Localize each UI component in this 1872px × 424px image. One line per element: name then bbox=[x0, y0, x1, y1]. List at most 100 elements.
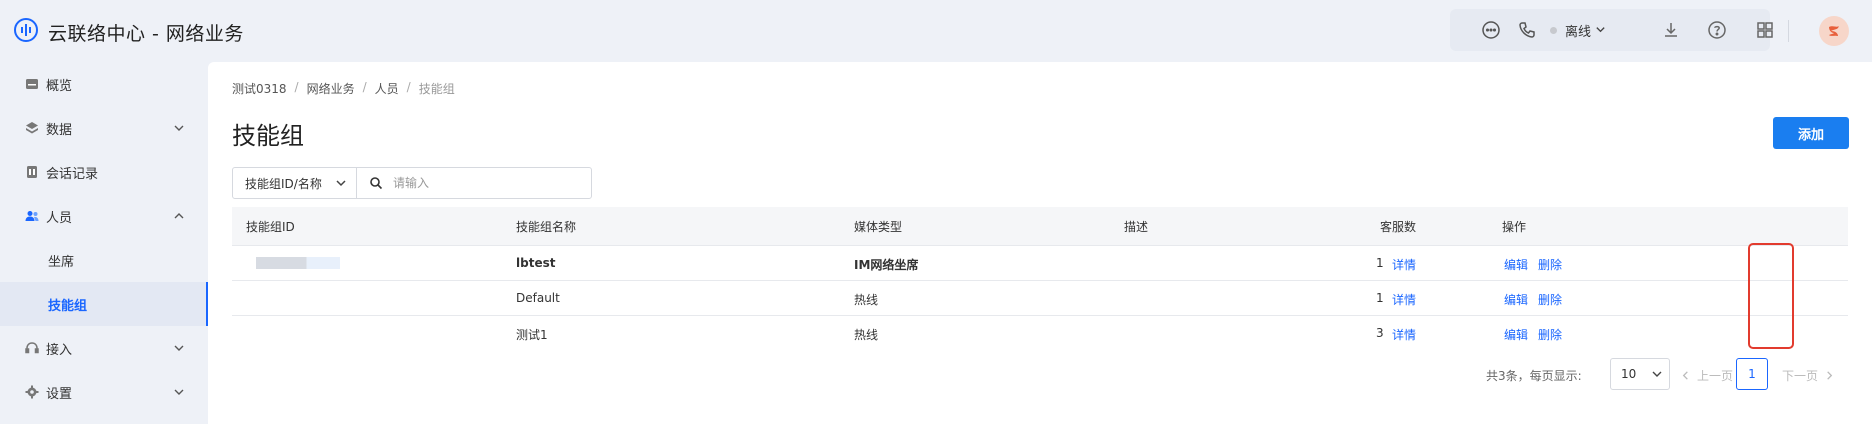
pagination: 共3条，每页显示: 10 上一页 1 下一页 bbox=[1248, 358, 1848, 390]
breadcrumb-separator: / bbox=[406, 80, 411, 94]
column-header-id: 技能组ID bbox=[246, 220, 295, 234]
chevron-right-icon bbox=[1827, 371, 1833, 380]
gear-icon bbox=[24, 384, 40, 400]
search-field-select[interactable]: 技能组ID/名称 bbox=[233, 168, 357, 198]
app-title: 云联络中心 - 网络业务 bbox=[48, 22, 244, 45]
chevron-down-icon bbox=[336, 180, 346, 187]
cell-media: 热线 bbox=[854, 293, 879, 307]
breadcrumb-separator: / bbox=[294, 80, 299, 94]
sidebar-item-agents[interactable]: 坐席 bbox=[0, 238, 208, 282]
skill-group-table: 技能组ID 技能组名称 媒体类型 描述 客服数 操作 lbtest IM网络坐席… bbox=[232, 207, 1848, 350]
next-page-label: 下一页 bbox=[1782, 369, 1819, 383]
page-size-value: 10 bbox=[1621, 367, 1637, 381]
header-divider bbox=[1788, 20, 1789, 42]
search-icon bbox=[370, 177, 383, 190]
sidebar-item-settings[interactable]: 设置 bbox=[0, 370, 208, 414]
cell-count: 3 bbox=[1376, 326, 1384, 340]
search-input[interactable] bbox=[393, 176, 573, 190]
chevron-down-icon bbox=[174, 389, 184, 395]
sidebar-item-label: 人员 bbox=[46, 210, 73, 226]
detail-link[interactable]: 详情 bbox=[1392, 256, 1416, 273]
sidebar-item-overview[interactable]: 概览 bbox=[0, 62, 208, 106]
sidebar-item-label: 数据 bbox=[46, 122, 73, 138]
sidebar-item-personnel[interactable]: 人员 bbox=[0, 194, 208, 238]
search-filter: 技能组ID/名称 bbox=[232, 167, 592, 199]
edit-link[interactable]: 编辑 bbox=[1504, 326, 1528, 343]
avatar[interactable] bbox=[1819, 16, 1849, 46]
sidebar-item-label: 坐席 bbox=[48, 254, 75, 270]
page-size-select[interactable]: 10 bbox=[1610, 358, 1670, 390]
cell-count: 1 bbox=[1376, 291, 1384, 305]
app-logo[interactable]: 云联络中心 - 网络业务 bbox=[12, 16, 244, 48]
detail-link[interactable]: 详情 bbox=[1392, 291, 1416, 308]
status-dot bbox=[1550, 27, 1557, 34]
chevron-down-icon bbox=[174, 125, 184, 131]
delete-link[interactable]: 删除 bbox=[1538, 256, 1562, 273]
page-title: 技能组 bbox=[232, 122, 304, 150]
table-row: lbtest IM网络坐席 1 详情 编辑 删除 bbox=[232, 245, 1848, 280]
delete-link[interactable]: 删除 bbox=[1538, 326, 1562, 343]
grid-apps-icon[interactable] bbox=[1754, 19, 1776, 41]
prev-page-label: 上一页 bbox=[1697, 369, 1734, 383]
chevron-left-icon bbox=[1682, 371, 1688, 380]
redacted-id bbox=[256, 257, 340, 269]
sidebar-item-access[interactable]: 接入 bbox=[0, 326, 208, 370]
chevron-down-icon bbox=[1595, 24, 1606, 38]
headset-icon bbox=[24, 340, 40, 356]
next-page-button[interactable]: 下一页 bbox=[1782, 367, 1835, 384]
phone-icon[interactable] bbox=[1516, 19, 1538, 41]
edit-column-highlight bbox=[1748, 243, 1794, 349]
sidebar: 概览 数据 会话记录 人员 坐席 技能组 接入 设置 bbox=[0, 62, 208, 424]
column-header-name: 技能组名称 bbox=[516, 220, 577, 234]
column-header-desc: 描述 bbox=[1124, 220, 1149, 234]
cell-name: Default bbox=[516, 291, 560, 305]
sidebar-item-session-records[interactable]: 会话记录 bbox=[0, 150, 208, 194]
sidebar-item-skill-groups[interactable]: 技能组 bbox=[0, 282, 208, 326]
edit-link[interactable]: 编辑 bbox=[1504, 291, 1528, 308]
status-label: 离线 bbox=[1565, 25, 1592, 40]
cell-name: lbtest bbox=[516, 256, 556, 270]
delete-link[interactable]: 删除 bbox=[1538, 291, 1562, 308]
breadcrumb-item[interactable]: 网络业务 bbox=[307, 80, 355, 97]
column-header-count: 客服数 bbox=[1380, 220, 1417, 234]
chat-bubble-icon[interactable] bbox=[1480, 19, 1502, 41]
select-value: 技能组ID/名称 bbox=[245, 176, 322, 191]
column-header-media: 媒体类型 bbox=[854, 220, 903, 234]
breadcrumb-current: 技能组 bbox=[418, 82, 455, 96]
agent-status-dropdown[interactable]: 离线 bbox=[1550, 21, 1606, 40]
cell-count: 1 bbox=[1376, 256, 1384, 270]
cell-media: IM网络坐席 bbox=[854, 258, 919, 272]
chevron-up-icon bbox=[174, 213, 184, 219]
top-header: 云联络中心 - 网络业务 离线 bbox=[0, 0, 1872, 62]
table-row: Default 热线 1 详情 编辑 删除 bbox=[232, 280, 1848, 315]
table-header: 技能组ID 技能组名称 媒体类型 描述 客服数 操作 bbox=[232, 207, 1848, 245]
column-header-actions: 操作 bbox=[1502, 220, 1527, 234]
cell-name: 测试1 bbox=[516, 328, 548, 342]
breadcrumb-item[interactable]: 人员 bbox=[375, 80, 399, 97]
sidebar-item-label: 会话记录 bbox=[46, 166, 99, 182]
main-content: 测试0318 / 网络业务 / 人员 / 技能组 技能组 添加 技能组ID/名称… bbox=[208, 62, 1872, 424]
avatar-icon bbox=[1829, 26, 1839, 36]
table-row: 测试1 热线 3 详情 编辑 删除 bbox=[232, 315, 1848, 350]
layers-icon bbox=[24, 120, 40, 136]
sidebar-item-data[interactable]: 数据 bbox=[0, 106, 208, 150]
prev-page-button[interactable]: 上一页 bbox=[1680, 367, 1733, 384]
pagination-total: 共3条，每页显示: bbox=[1486, 369, 1582, 383]
chevron-down-icon bbox=[174, 345, 184, 351]
edit-link[interactable]: 编辑 bbox=[1504, 256, 1528, 273]
add-button[interactable]: 添加 bbox=[1773, 117, 1849, 149]
detail-link[interactable]: 详情 bbox=[1392, 326, 1416, 343]
breadcrumb: 测试0318 / 网络业务 / 人员 / 技能组 bbox=[232, 80, 455, 97]
chevron-down-icon bbox=[1652, 371, 1662, 377]
download-icon[interactable] bbox=[1660, 19, 1682, 41]
sidebar-item-label: 接入 bbox=[46, 342, 73, 358]
cell-media: 热线 bbox=[854, 328, 879, 342]
users-icon bbox=[24, 208, 40, 224]
help-circle-icon[interactable] bbox=[1706, 19, 1728, 41]
page-number-current[interactable]: 1 bbox=[1736, 358, 1768, 390]
breadcrumb-item[interactable]: 测试0318 bbox=[232, 80, 287, 97]
sidebar-item-label: 设置 bbox=[46, 386, 73, 402]
logo-icon bbox=[12, 16, 40, 48]
dashboard-icon bbox=[24, 76, 40, 92]
breadcrumb-separator: / bbox=[362, 80, 367, 94]
